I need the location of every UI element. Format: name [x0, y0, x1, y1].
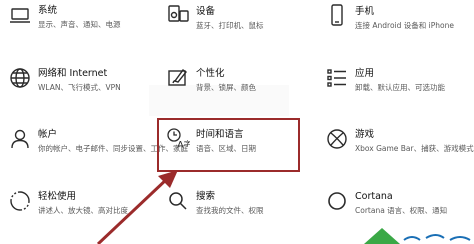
tile-title: 设备	[196, 6, 216, 17]
tile-network[interactable]: 网络和 Internet WLAN、飞行模式、VPN	[8, 64, 153, 94]
tile-description: 背景、锁屏、颜色	[196, 83, 256, 92]
tile-description: 蓝牙、打印机、鼠标	[196, 21, 264, 30]
tile-description: 查找我的文件、权限	[196, 206, 264, 215]
highlight-box	[157, 118, 300, 172]
ease-of-access-icon	[8, 189, 32, 213]
phone-icon	[325, 3, 349, 27]
tile-title: 系统	[38, 5, 58, 16]
tile-system[interactable]: 系统 显示、声音、通知、电源	[8, 2, 148, 32]
laptop-icon	[8, 4, 32, 28]
tile-accounts[interactable]: 帐户 你的帐户、电子邮件、同步设置、工作、家庭	[8, 125, 188, 155]
tile-title: 个性化	[196, 68, 225, 79]
tile-title: 应用	[355, 68, 375, 79]
tile-ease-of-access[interactable]: 轻松使用 讲述人、放大镜、高对比度	[8, 187, 153, 217]
tile-description: Cortana 语言、权限、通知	[355, 206, 448, 215]
tile-cortana[interactable]: Cortana Cortana 语言、权限、通知	[325, 187, 470, 217]
keyboard-speaker-icon	[166, 3, 190, 27]
tile-gaming[interactable]: 游戏 Xbox Game Bar、捕获、游戏模式	[325, 125, 474, 155]
tile-title: 搜索	[196, 191, 216, 202]
settings-home: 系统 显示、声音、通知、电源 设备 蓝牙、打印机、鼠标 手机 连接 Androi…	[0, 0, 474, 244]
cortana-circle-icon	[325, 189, 349, 213]
tile-description: Xbox Game Bar、捕获、游戏模式	[355, 144, 474, 153]
tile-search[interactable]: 搜索 查找我的文件、权限	[166, 187, 306, 217]
tile-description: 卸载、默认应用、可选功能	[355, 83, 445, 92]
tile-description: 讲述人、放大镜、高对比度	[38, 206, 128, 215]
globe-icon	[8, 66, 32, 90]
paint-brush-icon	[166, 66, 190, 90]
tile-description: 显示、声音、通知、电源	[38, 20, 121, 29]
tile-description: 连接 Android 设备和 iPhone	[355, 21, 454, 30]
tile-title: 网络和 Internet	[38, 68, 108, 79]
tile-title: 游戏	[355, 129, 375, 140]
person-icon	[8, 127, 32, 151]
apps-list-icon	[325, 66, 349, 90]
tile-title: 轻松使用	[38, 191, 77, 202]
tile-phone[interactable]: 手机 连接 Android 设备和 iPhone	[325, 2, 470, 32]
tile-title: Cortana	[355, 191, 393, 202]
xbox-icon	[325, 127, 349, 151]
search-icon	[166, 189, 190, 213]
tile-devices[interactable]: 设备 蓝牙、打印机、鼠标	[166, 2, 306, 32]
tile-apps[interactable]: 应用 卸载、默认应用、可选功能	[325, 64, 470, 94]
tile-description: WLAN、飞行模式、VPN	[38, 83, 121, 92]
watermark-logo	[364, 228, 471, 244]
tile-personalization[interactable]: 个性化 背景、锁屏、颜色	[166, 64, 306, 94]
tile-title: 手机	[355, 6, 375, 17]
